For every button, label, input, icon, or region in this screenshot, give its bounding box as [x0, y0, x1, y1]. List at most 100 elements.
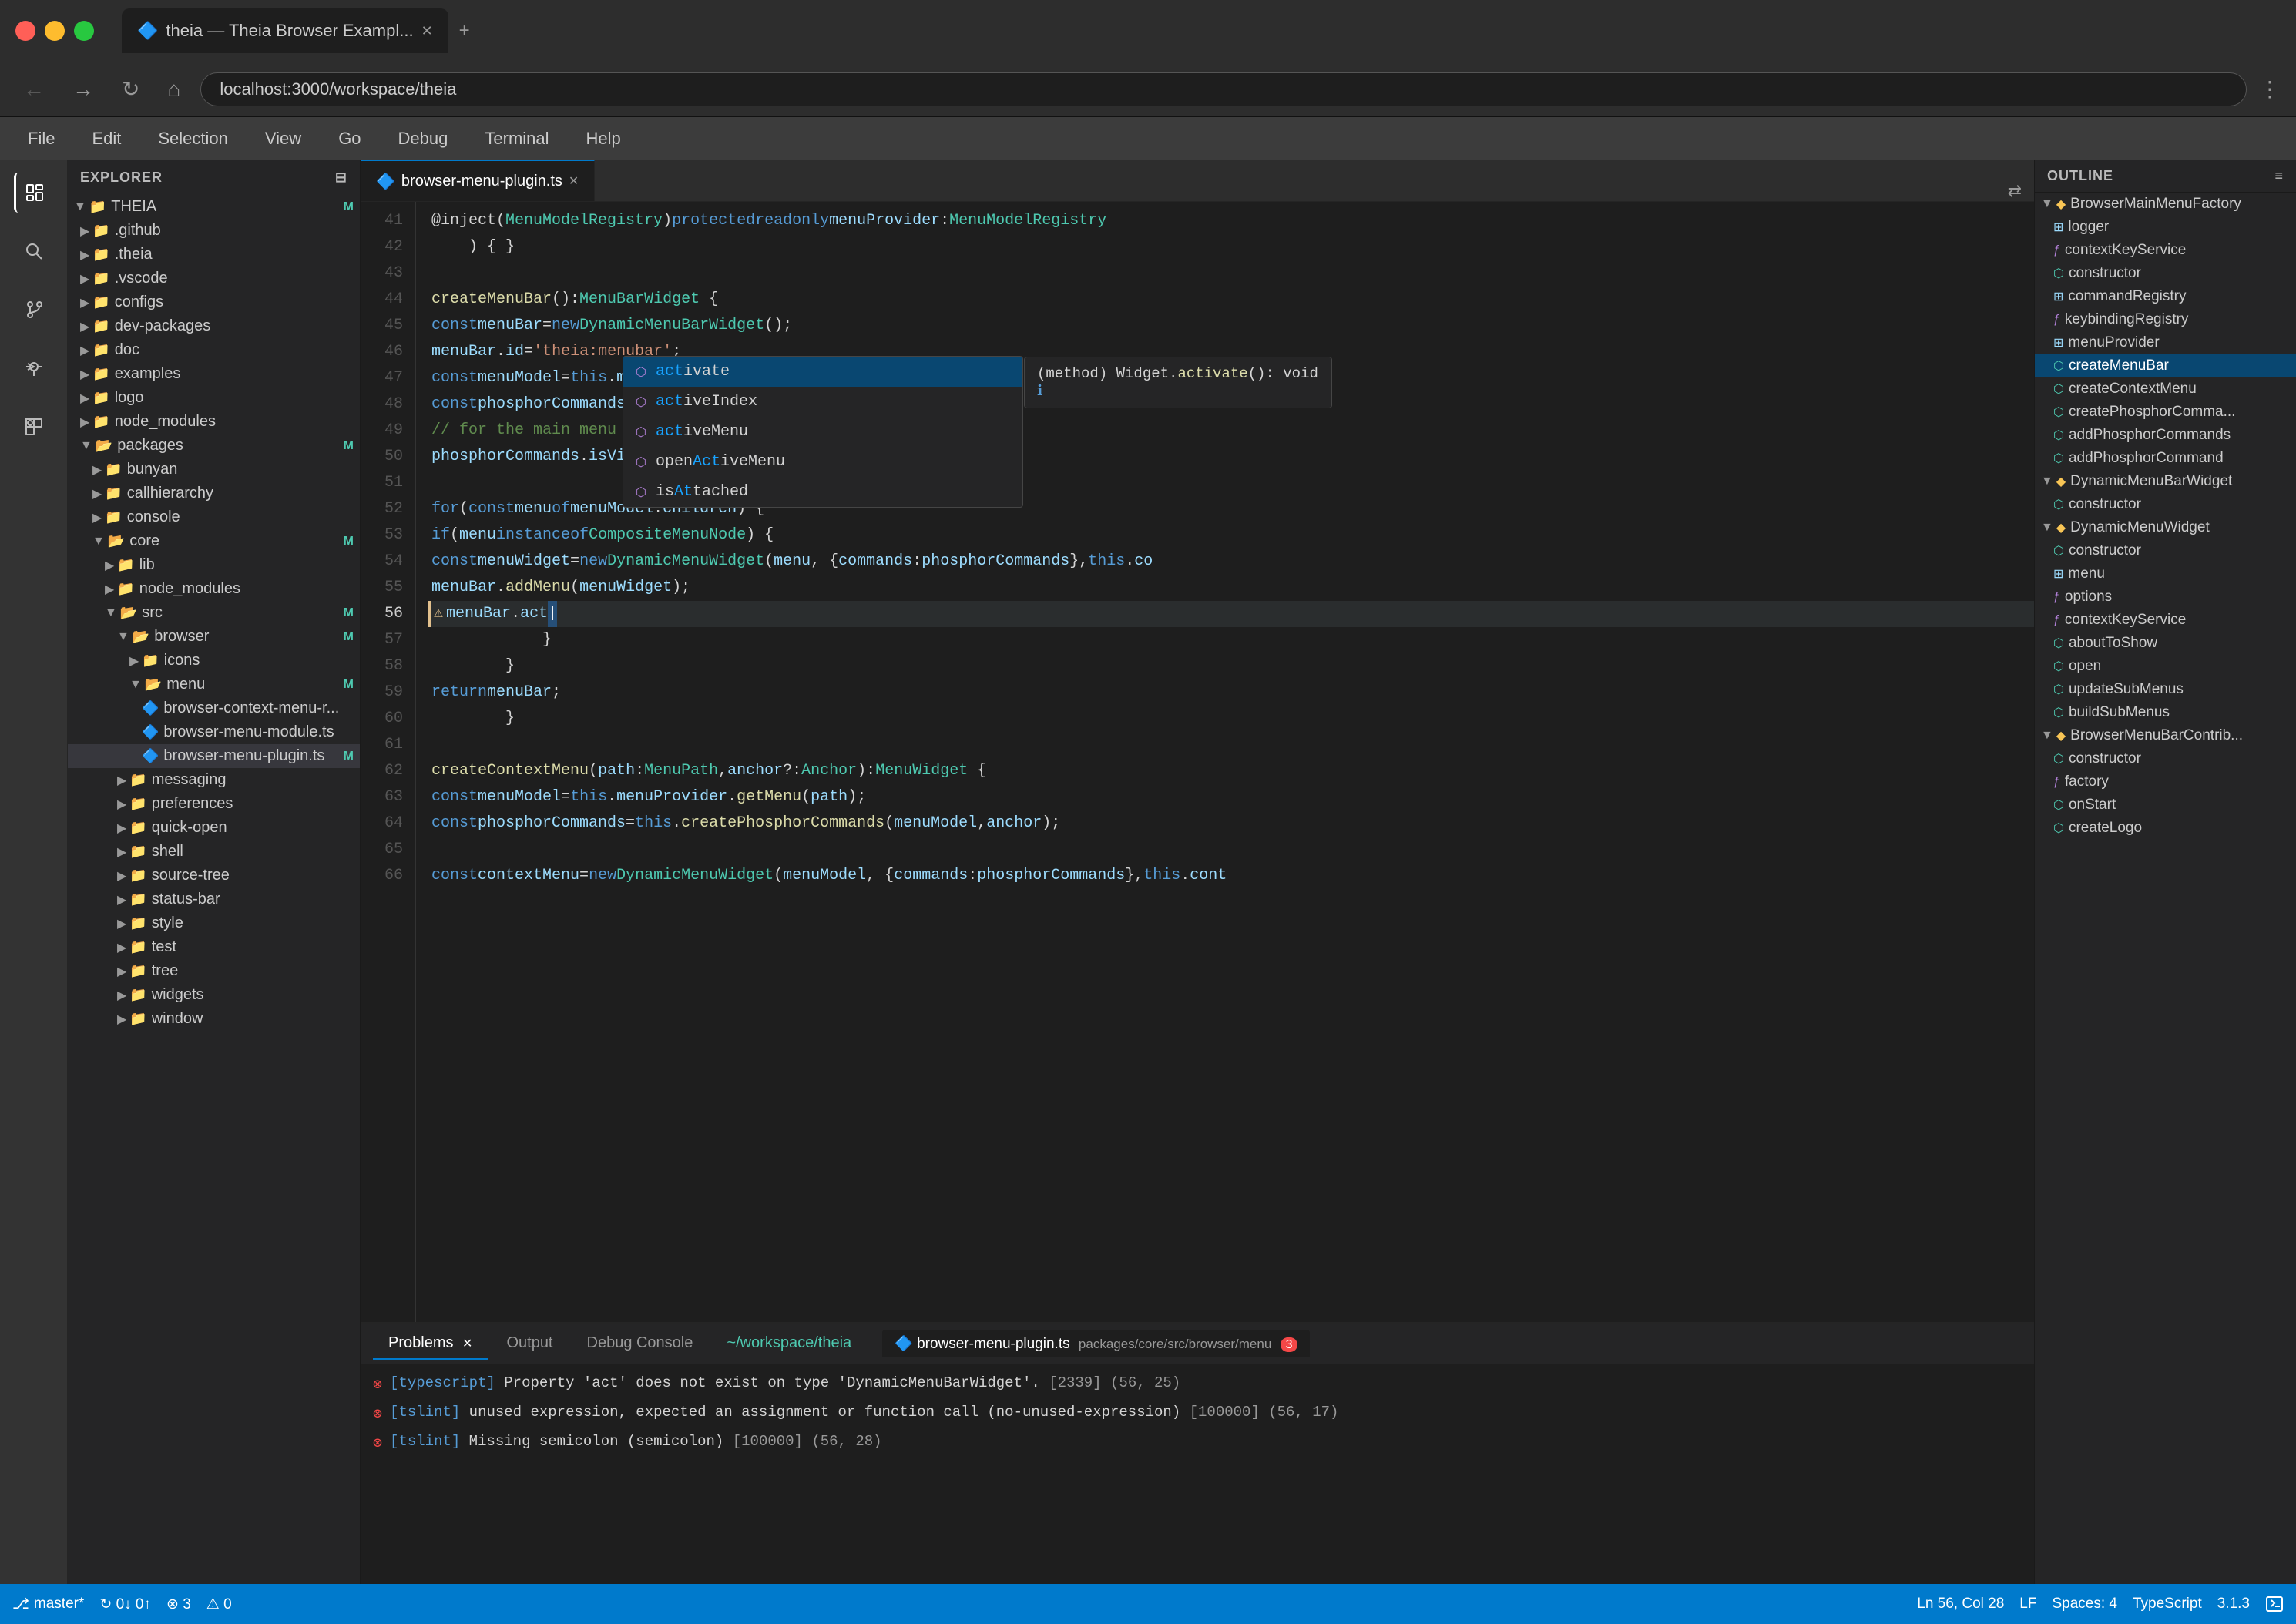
outline-item-addPhosphorCommand[interactable]: ⬡ addPhosphorCommand: [2035, 447, 2296, 470]
code-editor[interactable]: 41 42 43 44 45 46 47 48 49 50 51 52 53 5…: [361, 202, 2034, 1322]
tree-item-configs[interactable]: ▶ 📁 configs: [68, 290, 360, 314]
forward-button[interactable]: →: [65, 74, 102, 105]
ac-item-activate[interactable]: ⬡ activate: [623, 357, 1022, 387]
minimize-button[interactable]: [45, 21, 65, 41]
ac-item-activeMenu[interactable]: ⬡ activeMenu: [623, 417, 1022, 447]
tree-item-logo[interactable]: ▶ 📁 logo: [68, 386, 360, 410]
panel-file-tab-browser-plugin[interactable]: 🔷 browser-menu-plugin.ts packages/core/s…: [882, 1330, 1310, 1357]
tree-item-core[interactable]: ▼ 📂 core M: [68, 529, 360, 553]
maximize-button[interactable]: [74, 21, 94, 41]
back-button[interactable]: ←: [15, 74, 52, 105]
status-branch[interactable]: ⎇ master*: [12, 1595, 84, 1613]
new-tab-button[interactable]: +: [451, 20, 478, 42]
tree-item-messaging[interactable]: ▶ 📁 messaging: [68, 768, 360, 792]
outline-item-constructor4[interactable]: ⬡ constructor: [2035, 747, 2296, 770]
outline-item-aboutToShow[interactable]: ⬡ aboutToShow: [2035, 632, 2296, 655]
status-spaces[interactable]: Spaces: 4: [2052, 1595, 2117, 1612]
outline-item-commandRegistry[interactable]: ⊞ commandRegistry: [2035, 285, 2296, 308]
tree-item-node-modules-inner[interactable]: ▶ 📁 node_modules: [68, 577, 360, 601]
outline-item-contextKeyService2[interactable]: ƒ contextKeyService: [2035, 609, 2296, 632]
menu-terminal[interactable]: Terminal: [469, 122, 564, 155]
tree-item-menu[interactable]: ▼ 📂 menu M: [68, 673, 360, 696]
tree-item-theia-config[interactable]: ▶ 📁 .theia: [68, 243, 360, 267]
home-button[interactable]: ⌂: [159, 74, 188, 105]
outline-item-logger[interactable]: ⊞ logger: [2035, 216, 2296, 239]
panel-tab-terminal[interactable]: ~/workspace/theia: [711, 1328, 867, 1360]
panel-tab-close-icon[interactable]: ✕: [462, 1337, 472, 1351]
tree-item-doc[interactable]: ▶ 📁 doc: [68, 338, 360, 362]
tree-item-widgets[interactable]: ▶ 📁 widgets: [68, 983, 360, 1007]
tree-item-source-tree[interactable]: ▶ 📁 source-tree: [68, 864, 360, 887]
outline-item-createLogo[interactable]: ⬡ createLogo: [2035, 817, 2296, 840]
ac-item-isAttached[interactable]: ⬡ isAttached: [623, 477, 1022, 507]
activity-extensions-icon[interactable]: [14, 407, 54, 447]
browser-tab[interactable]: 🔷 theia — Theia Browser Exampl... ✕: [122, 8, 448, 53]
activity-git-icon[interactable]: [14, 290, 54, 330]
tree-item-icons[interactable]: ▶ 📁 icons: [68, 649, 360, 673]
status-warnings[interactable]: ⚠ 0: [206, 1595, 232, 1613]
tree-item-dev-packages[interactable]: ▶ 📁 dev-packages: [68, 314, 360, 338]
tree-item-packages[interactable]: ▼ 📂 packages M: [68, 434, 360, 458]
status-language[interactable]: TypeScript: [2133, 1595, 2202, 1612]
tree-item-status-bar[interactable]: ▶ 📁 status-bar: [68, 887, 360, 911]
menu-edit[interactable]: Edit: [76, 122, 136, 155]
tree-item-examples[interactable]: ▶ 📁 examples: [68, 362, 360, 386]
address-bar[interactable]: localhost:3000/workspace/theia: [200, 72, 2247, 106]
tree-item-browser-module[interactable]: 🔷 browser-menu-module.ts: [68, 720, 360, 744]
status-errors[interactable]: ⊗ 3: [166, 1595, 191, 1613]
close-button[interactable]: [15, 21, 35, 41]
panel-tab-debug[interactable]: Debug Console: [572, 1328, 709, 1360]
outline-item-options[interactable]: ƒ options: [2035, 586, 2296, 609]
status-position[interactable]: Ln 56, Col 28: [1917, 1595, 2004, 1612]
outline-item-updateSubMenus[interactable]: ⬡ updateSubMenus: [2035, 678, 2296, 701]
status-sync[interactable]: ↻ 0↓ 0↑: [99, 1595, 151, 1613]
outline-item-constructor1[interactable]: ⬡ constructor: [2035, 262, 2296, 285]
tree-item-github[interactable]: ▶ 📁 .github: [68, 219, 360, 243]
tree-item-window[interactable]: ▶ 📁 window: [68, 1007, 360, 1031]
tree-item-lib[interactable]: ▶ 📁 lib: [68, 553, 360, 577]
outline-list-icon[interactable]: ≡: [2274, 168, 2284, 184]
outline-item-onStart[interactable]: ⬡ onStart: [2035, 794, 2296, 817]
tree-item-quick-open[interactable]: ▶ 📁 quick-open: [68, 816, 360, 840]
outline-item-constructor3[interactable]: ⬡ constructor: [2035, 539, 2296, 562]
outline-item-buildSubMenus[interactable]: ⬡ buildSubMenus: [2035, 701, 2296, 724]
tree-item-preferences[interactable]: ▶ 📁 preferences: [68, 792, 360, 816]
tab-close-icon[interactable]: ✕: [569, 173, 579, 189]
tree-item-browser-plugin[interactable]: 🔷 browser-menu-plugin.ts M: [68, 744, 360, 768]
outline-item-DynamicMenuWidget[interactable]: ▼ ◆ DynamicMenuWidget: [2035, 516, 2296, 539]
ac-item-activeIndex[interactable]: ⬡ activeIndex: [623, 387, 1022, 417]
outline-item-factory[interactable]: ƒ factory: [2035, 770, 2296, 794]
tree-item-src[interactable]: ▼ 📂 src M: [68, 601, 360, 625]
tree-item-node-modules[interactable]: ▶ 📁 node_modules: [68, 410, 360, 434]
editor-tab-browser-menu-plugin[interactable]: 🔷 browser-menu-plugin.ts ✕: [361, 160, 595, 201]
activity-search-icon[interactable]: [14, 231, 54, 271]
tree-item-console[interactable]: ▶ 📁 console: [68, 505, 360, 529]
menu-debug[interactable]: Debug: [383, 122, 464, 155]
tree-item-theia[interactable]: ▼ 📁 THEIA M: [68, 195, 360, 219]
outline-item-createMenuBar[interactable]: ⬡ createMenuBar: [2035, 354, 2296, 377]
outline-item-open[interactable]: ⬡ open: [2035, 655, 2296, 678]
sidebar-collapse-icon[interactable]: ⊟: [335, 169, 347, 186]
ac-item-openActiveMenu[interactable]: ⬡ openActiveMenu: [623, 447, 1022, 477]
tree-item-tree[interactable]: ▶ 📁 tree: [68, 959, 360, 983]
reload-button[interactable]: ↻: [114, 73, 147, 105]
panel-tab-problems[interactable]: Problems ✕: [373, 1328, 488, 1360]
outline-item-menu[interactable]: ⊞ menu: [2035, 562, 2296, 586]
menu-file[interactable]: File: [12, 122, 70, 155]
tree-item-bunyan[interactable]: ▶ 📁 bunyan: [68, 458, 360, 481]
outline-item-DynamicMenuBarWidget[interactable]: ▼ ◆ DynamicMenuBarWidget: [2035, 470, 2296, 493]
sync-icon[interactable]: ⇄: [1996, 181, 2034, 201]
outline-item-contextKeyService[interactable]: ƒ contextKeyService: [2035, 239, 2296, 262]
menu-help[interactable]: Help: [571, 122, 636, 155]
tree-item-vscode[interactable]: ▶ 📁 .vscode: [68, 267, 360, 290]
outline-item-BrowserMainMenuFactory[interactable]: ▼ ◆ BrowserMainMenuFactory: [2035, 193, 2296, 216]
outline-item-createPhosphorComma[interactable]: ⬡ createPhosphorComma...: [2035, 401, 2296, 424]
menu-go[interactable]: Go: [323, 122, 376, 155]
activity-explorer-icon[interactable]: [14, 173, 54, 213]
status-version[interactable]: 3.1.3: [2217, 1595, 2250, 1612]
outline-item-BrowserMenuBarContrib[interactable]: ▼ ◆ BrowserMenuBarContrib...: [2035, 724, 2296, 747]
menu-view[interactable]: View: [250, 122, 317, 155]
outline-item-addPhosphorCommands[interactable]: ⬡ addPhosphorCommands: [2035, 424, 2296, 447]
outline-item-keybindingRegistry[interactable]: ƒ keybindingRegistry: [2035, 308, 2296, 331]
tree-item-callhierarchy[interactable]: ▶ 📁 callhierarchy: [68, 481, 360, 505]
